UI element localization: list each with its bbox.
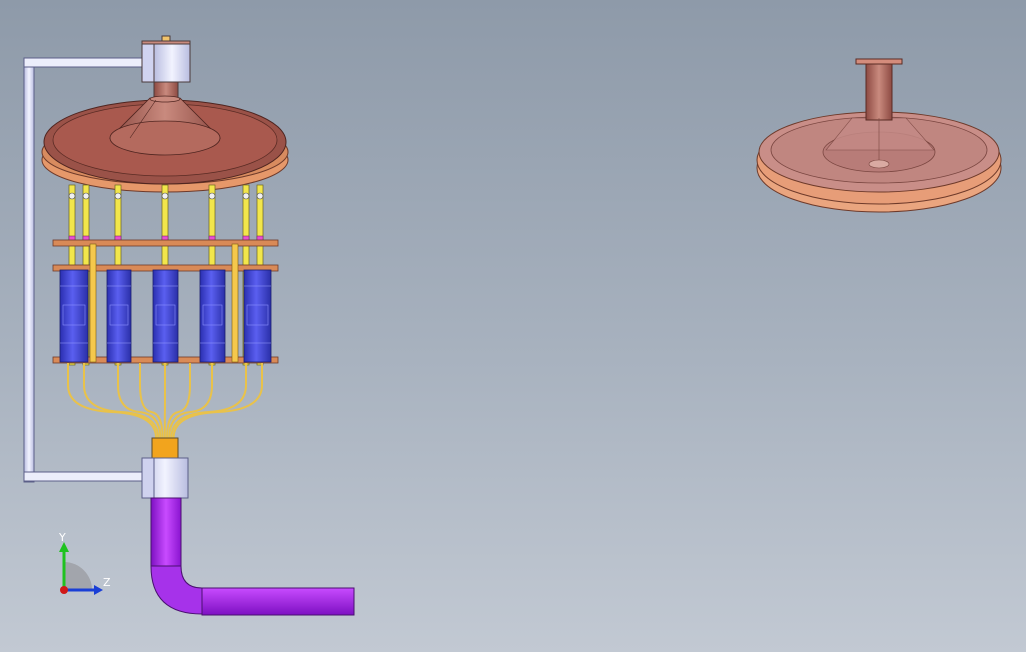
model-canvas[interactable] <box>0 0 1026 652</box>
collector-fitting[interactable] <box>141 437 189 499</box>
3d-viewport[interactable]: Y Z <box>0 0 1026 652</box>
valve-cylinder[interactable] <box>59 269 89 363</box>
valve-cylinder[interactable] <box>199 269 226 363</box>
guide-rod <box>231 243 239 363</box>
outlet-pipe[interactable] <box>150 497 355 616</box>
nozzle-cover-part[interactable] <box>756 58 1002 213</box>
top-inlet-tube[interactable] <box>141 35 191 101</box>
orientation-triad <box>59 542 103 595</box>
x-axis-dot <box>60 586 68 594</box>
valve-cylinder[interactable] <box>106 269 132 363</box>
z-axis-label: Z <box>103 576 111 589</box>
branch-pipe <box>172 363 263 439</box>
converging-pipes[interactable] <box>67 363 263 439</box>
valve-cylinder[interactable] <box>152 269 179 363</box>
branch-pipe <box>67 363 157 439</box>
valve-cylinder[interactable] <box>243 269 272 363</box>
distributor-assembly[interactable] <box>23 35 355 616</box>
guide-rod <box>89 243 97 363</box>
distribution-head[interactable] <box>41 95 289 193</box>
y-axis-label: Y <box>59 531 66 544</box>
